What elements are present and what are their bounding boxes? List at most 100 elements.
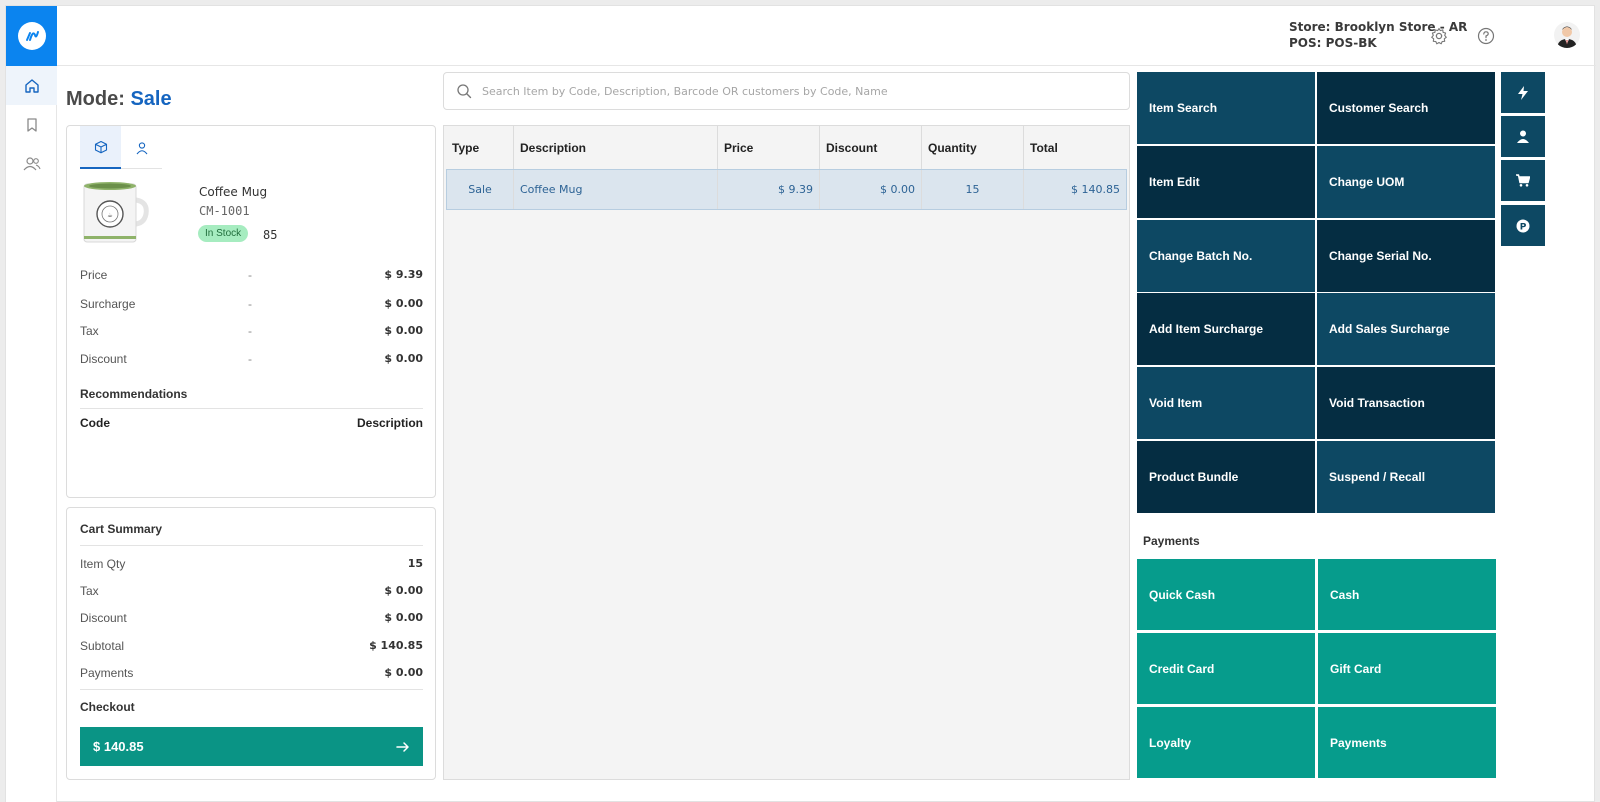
user-icon xyxy=(136,141,147,154)
cart-value: $ 0.00 xyxy=(384,584,423,597)
parking-icon: P xyxy=(1516,219,1530,232)
credit-card-button[interactable]: Credit Card xyxy=(1137,633,1315,704)
cell-discount: $ 0.00 xyxy=(820,170,922,209)
divider xyxy=(80,689,423,690)
sidebar-item-customers[interactable] xyxy=(6,144,57,183)
suspend-recall-button[interactable]: Suspend / Recall xyxy=(1317,441,1495,513)
change-uom-button[interactable]: Change UOM xyxy=(1317,146,1495,218)
detail-row-price: Price - $ 9.39 xyxy=(80,268,423,284)
sidebar-item-bookmarks[interactable] xyxy=(6,105,57,144)
tab-customer[interactable] xyxy=(121,126,162,169)
detail-label: Tax xyxy=(80,324,99,338)
col-discount[interactable]: Discount xyxy=(820,126,922,169)
cart-value: $ 0.00 xyxy=(384,611,423,624)
parking-quick-button[interactable]: P xyxy=(1501,205,1545,246)
help-button[interactable] xyxy=(1476,26,1496,46)
detail-value: $ 9.39 xyxy=(384,268,423,281)
customer-quick-button[interactable] xyxy=(1501,116,1545,157)
payments-title: Payments xyxy=(1143,534,1200,548)
app-logo[interactable] xyxy=(6,6,57,66)
add-sales-surcharge-button[interactable]: Add Sales Surcharge xyxy=(1317,293,1495,365)
gift-card-button[interactable]: Gift Card xyxy=(1318,633,1496,704)
svg-text:P: P xyxy=(1520,222,1527,232)
quick-action-button[interactable] xyxy=(1501,72,1545,113)
recommendations-title: Recommendations xyxy=(80,387,188,401)
cart-label: Subtotal xyxy=(80,639,125,653)
tab-product[interactable] xyxy=(80,126,121,169)
lightning-icon xyxy=(1518,85,1528,100)
col-description[interactable]: Description xyxy=(514,126,718,169)
cell-description: Coffee Mug xyxy=(514,170,718,209)
gear-icon xyxy=(1431,27,1447,45)
product-bundle-button[interactable]: Product Bundle xyxy=(1137,441,1315,513)
col-quantity[interactable]: Quantity xyxy=(922,126,1024,169)
detail-label: Surcharge xyxy=(80,297,136,311)
home-icon xyxy=(24,78,39,93)
pos-app: Store: Brooklyn Store - AR POS: POS-BK M… xyxy=(5,5,1596,802)
change-serial-button[interactable]: Change Serial No. xyxy=(1317,220,1495,292)
cart-summary-title: Cart Summary xyxy=(80,522,163,536)
recommendations-header: Code Description xyxy=(80,416,423,430)
item-search-button[interactable]: Item Search xyxy=(1137,72,1315,144)
search-bar xyxy=(443,72,1130,110)
detail-dash: - xyxy=(248,268,252,282)
quick-cash-button[interactable]: Quick Cash xyxy=(1137,559,1315,630)
cart-label: Discount xyxy=(80,611,127,625)
checkout-amount: $ 140.85 xyxy=(93,739,144,754)
col-type[interactable]: Type xyxy=(446,126,514,169)
detail-value: $ 0.00 xyxy=(384,297,423,310)
cart-items-grid: Type Description Price Discount Quantity… xyxy=(443,125,1130,780)
payments-button[interactable]: Payments xyxy=(1318,707,1496,778)
cart-quick-button[interactable] xyxy=(1501,160,1545,201)
sidebar-item-home[interactable] xyxy=(6,66,57,105)
add-item-surcharge-button[interactable]: Add Item Surcharge xyxy=(1137,293,1315,365)
detail-value: $ 0.00 xyxy=(384,352,423,365)
cart-label: Tax xyxy=(80,584,99,598)
cart-row-subtotal: Subtotal $ 140.85 xyxy=(80,639,423,655)
rec-col-description: Description xyxy=(356,416,423,430)
box-icon xyxy=(94,140,107,153)
table-row[interactable]: Sale Coffee Mug $ 9.39 $ 0.00 15 $ 140.8… xyxy=(446,169,1127,210)
col-total[interactable]: Total xyxy=(1024,126,1127,169)
mode-label: Mode: xyxy=(66,88,125,110)
detail-tabs xyxy=(80,126,162,169)
logo-mark-icon xyxy=(17,22,46,50)
cash-button[interactable]: Cash xyxy=(1318,559,1496,630)
search-input[interactable] xyxy=(482,81,1122,101)
void-item-button[interactable]: Void Item xyxy=(1137,367,1315,439)
detail-label: Price xyxy=(80,268,108,282)
sidebar xyxy=(6,6,57,802)
loyalty-button[interactable]: Loyalty xyxy=(1137,707,1315,778)
product-image: ☕ xyxy=(80,178,150,248)
product-code: CM-1001 xyxy=(199,204,250,218)
product-details-card: ☕ Coffee Mug CM-1001 In Stock 85 Price -… xyxy=(66,125,436,498)
detail-row-tax: Tax - $ 0.00 xyxy=(80,324,423,340)
cart-row-item-qty: Item Qty 15 xyxy=(80,557,423,573)
cart-row-tax: Tax $ 0.00 xyxy=(80,584,423,600)
help-icon xyxy=(1477,27,1495,45)
cart-icon xyxy=(1516,174,1530,187)
settings-button[interactable] xyxy=(1429,26,1449,46)
avatar[interactable] xyxy=(1554,22,1580,48)
cart-value: 15 xyxy=(407,557,423,570)
detail-dash: - xyxy=(248,324,252,338)
grid-header: Type Description Price Discount Quantity… xyxy=(446,126,1127,170)
product-name: Coffee Mug xyxy=(199,185,268,199)
stock-status-badge: In Stock xyxy=(198,225,249,242)
detail-label: Discount xyxy=(80,352,127,366)
item-edit-button[interactable]: Item Edit xyxy=(1137,146,1315,218)
void-transaction-button[interactable]: Void Transaction xyxy=(1317,367,1495,439)
search-icon xyxy=(457,84,472,99)
detail-row-discount: Discount - $ 0.00 xyxy=(80,352,423,368)
col-price[interactable]: Price xyxy=(718,126,820,169)
checkout-button[interactable]: $ 140.85 xyxy=(80,727,423,766)
cart-summary-card: Cart Summary Item Qty 15 Tax $ 0.00 Disc… xyxy=(66,507,436,780)
cart-row-discount: Discount $ 0.00 xyxy=(80,611,423,627)
cart-value: $ 0.00 xyxy=(384,666,423,679)
change-batch-button[interactable]: Change Batch No. xyxy=(1137,220,1315,292)
detail-dash: - xyxy=(248,297,252,311)
cell-quantity: 15 xyxy=(922,170,1024,209)
detail-value: $ 0.00 xyxy=(384,324,423,337)
rec-col-code: Code xyxy=(80,416,110,430)
customer-search-button[interactable]: Customer Search xyxy=(1317,72,1495,144)
